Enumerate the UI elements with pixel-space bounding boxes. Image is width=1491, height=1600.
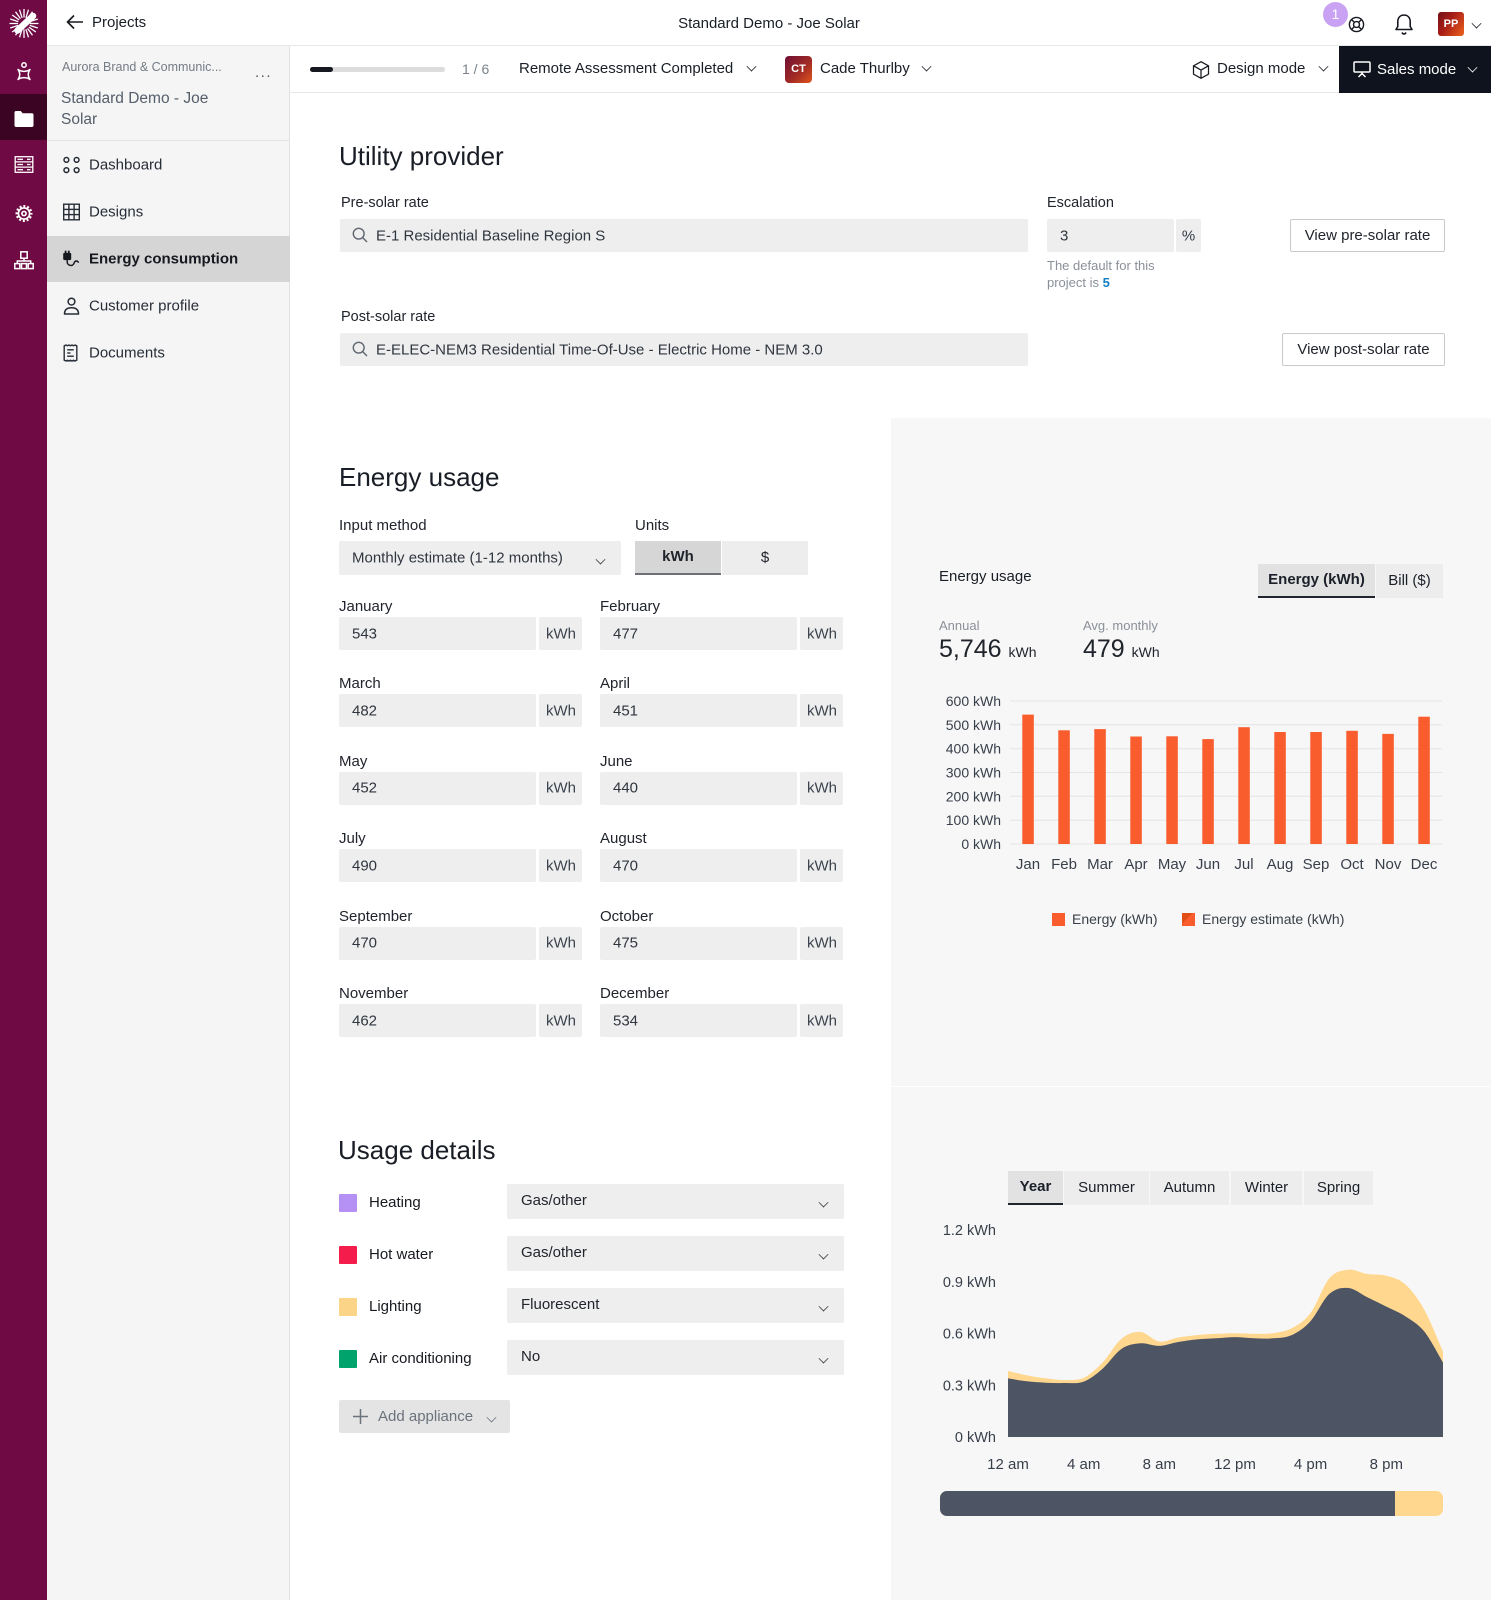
svg-text:12 pm: 12 pm: [1214, 1456, 1256, 1473]
svg-text:Jun: Jun: [1196, 856, 1220, 873]
svg-text:12 am: 12 am: [987, 1456, 1029, 1473]
svg-text:1.2 kWh: 1.2 kWh: [943, 1223, 996, 1239]
svg-text:600 kWh: 600 kWh: [946, 693, 1001, 709]
svg-text:Feb: Feb: [1051, 856, 1077, 873]
svg-text:100 kWh: 100 kWh: [946, 812, 1001, 828]
svg-text:Jan: Jan: [1016, 856, 1040, 873]
svg-text:Nov: Nov: [1375, 856, 1402, 873]
svg-text:4 pm: 4 pm: [1294, 1456, 1327, 1473]
svg-text:0 kWh: 0 kWh: [961, 836, 1001, 852]
svg-text:Aug: Aug: [1267, 856, 1294, 873]
svg-text:Mar: Mar: [1087, 856, 1113, 873]
svg-text:0 kWh: 0 kWh: [955, 1430, 996, 1446]
svg-text:0.9 kWh: 0.9 kWh: [943, 1275, 996, 1291]
svg-text:0.3 kWh: 0.3 kWh: [943, 1378, 996, 1394]
svg-text:May: May: [1158, 856, 1187, 873]
svg-text:0.6 kWh: 0.6 kWh: [943, 1327, 996, 1343]
svg-text:8 am: 8 am: [1143, 1456, 1176, 1473]
svg-text:Oct: Oct: [1340, 856, 1364, 873]
svg-text:4 am: 4 am: [1067, 1456, 1100, 1473]
svg-text:Jul: Jul: [1234, 856, 1253, 873]
svg-text:Dec: Dec: [1411, 856, 1438, 873]
svg-text:Apr: Apr: [1124, 856, 1147, 873]
svg-text:8 pm: 8 pm: [1370, 1456, 1403, 1473]
svg-text:400 kWh: 400 kWh: [946, 741, 1001, 757]
svg-text:200 kWh: 200 kWh: [946, 788, 1001, 804]
svg-text:300 kWh: 300 kWh: [946, 765, 1001, 781]
svg-text:500 kWh: 500 kWh: [946, 717, 1001, 733]
svg-text:Sep: Sep: [1303, 856, 1330, 873]
